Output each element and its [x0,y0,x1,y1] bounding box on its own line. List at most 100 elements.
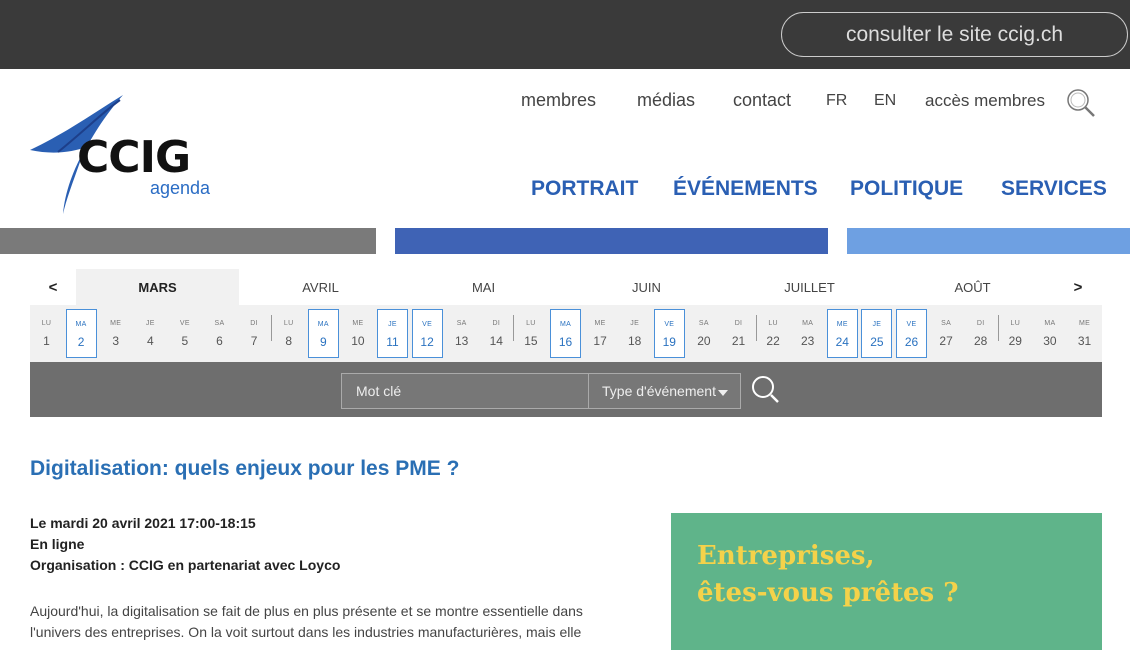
nav-membres[interactable]: membres [521,90,596,111]
day-weekday-label: SA [698,320,709,327]
day-number: 17 [593,334,607,348]
calendar-day[interactable]: ME 17 [585,309,616,358]
search-icon[interactable] [1066,88,1096,118]
chevron-down-icon [718,390,728,396]
event-organisation: Organisation : CCIG en partenariat avec … [30,557,341,573]
event-meta: Le mardi 20 avril 2021 17:00-18:15 En li… [30,513,340,576]
day-strip: LU 1 MA 2 ME 3 JE 4 VE 5 SA 6 DI 7 LU 8 MA 9 ME 10 JE 11 VE 12 S… [30,305,1102,362]
calendar-day[interactable]: MA 16 [550,309,581,358]
prev-month-arrow[interactable]: < [30,269,76,305]
day-number: 4 [146,334,154,348]
calendar-day[interactable]: MA 9 [307,309,339,358]
day-weekday-label: LU [41,320,52,327]
calendar-day[interactable]: LU 29 [1000,309,1031,358]
week-separator [755,315,757,341]
day-weekday-label: MA [1044,320,1056,327]
day-number: 1 [43,334,50,348]
calendar-day[interactable]: JE 18 [619,309,650,358]
day-weekday-label: LU [768,320,778,327]
day-weekday-label: DI [250,320,258,327]
next-month-arrow[interactable]: > [1054,269,1102,305]
calendar-day[interactable]: SA 13 [446,309,477,358]
day-number: 27 [939,334,953,348]
day-number: 21 [731,334,746,348]
month-mai[interactable]: MAI [402,269,565,305]
site-link-button[interactable]: consulter le site ccig.ch [781,12,1128,57]
week-separator [997,315,999,341]
event-description: Aujourd'hui, la digitalisation se fait d… [30,603,583,640]
calendar-day[interactable]: LU 15 [515,309,546,358]
logo-subtitle: agenda [150,178,211,198]
day-number: 12 [420,335,434,349]
month-juillet[interactable]: JUILLET [728,269,891,305]
calendar-day[interactable]: JE 4 [135,309,166,358]
calendar-day[interactable]: DI 7 [239,309,270,358]
calendar-day[interactable]: ME 24 [826,309,858,358]
nav-services[interactable]: SERVICES [1001,177,1107,201]
day-number: 6 [216,334,223,348]
calendar-day[interactable]: DI 28 [965,309,996,358]
calendar-day[interactable]: LU 1 [31,309,62,358]
calendar-day[interactable]: SA 6 [204,309,235,358]
search-icon[interactable] [750,374,784,408]
day-number: 20 [697,334,711,348]
month-juin[interactable]: JUIN [565,269,728,305]
day-number: 11 [386,335,399,349]
day-weekday-label: JE [630,320,640,327]
event-type-select[interactable]: Type d'événement [588,373,741,409]
calendar-day[interactable]: LU 8 [273,309,304,358]
day-weekday-label: VE [664,321,675,328]
day-number: 8 [285,334,293,348]
day-number: 14 [489,334,503,348]
nav-contact[interactable]: contact [733,90,791,111]
day-number: 30 [1043,334,1057,348]
day-weekday-label: ME [352,320,364,327]
day-weekday-label: ME [836,321,848,328]
calendar-day[interactable]: MA 23 [792,309,823,358]
day-number: 28 [974,334,988,348]
calendar-day[interactable]: VE 26 [896,309,927,358]
nav-evenements[interactable]: ÉVÉNEMENTS [673,177,818,201]
calendar-day[interactable]: SA 20 [688,309,719,358]
calendar-day[interactable]: JE 25 [861,309,893,358]
day-number: 24 [835,335,849,349]
color-bar-gray [0,228,376,254]
calendar-day[interactable]: ME 10 [342,309,373,358]
calendar-day[interactable]: DI 21 [723,309,754,358]
month-mars[interactable]: MARS [76,269,239,305]
nav-acces-membres[interactable]: accès membres [925,91,1045,111]
calendar-day[interactable]: MA 30 [1034,309,1065,358]
day-number: 19 [662,335,676,349]
day-weekday-label: VE [422,321,433,328]
promo-text: Entreprises, êtes-vous prêtes ? [697,541,959,608]
lang-fr[interactable]: FR [826,92,847,110]
keyword-input[interactable]: Mot clé [341,373,589,409]
day-number: 3 [112,334,120,348]
calendar-day[interactable]: LU 22 [758,309,789,358]
calendar-day[interactable]: ME 3 [100,309,131,358]
month-aout[interactable]: AOÛT [891,269,1054,305]
day-weekday-label: VE [906,321,917,328]
calendar-day[interactable]: JE 11 [377,309,408,358]
nav-medias[interactable]: médias [637,90,695,111]
day-number: 18 [628,334,642,348]
day-weekday-label: VE [179,320,190,327]
day-weekday-label: DI [976,320,985,327]
calendar-day[interactable]: SA 27 [931,309,962,358]
day-weekday-label: SA [214,320,225,327]
calendar-day[interactable]: ME 31 [1069,309,1100,358]
day-weekday-label: SA [456,320,467,327]
color-bar-lightblue [847,228,1130,254]
calendar-day[interactable]: DI 14 [481,309,512,358]
nav-politique[interactable]: POLITIQUE [850,177,963,201]
calendar-day[interactable]: VE 5 [169,309,200,358]
lang-en[interactable]: EN [874,92,896,110]
event-title: Digitalisation: quels enjeux pour les PM… [30,457,460,480]
day-weekday-label: DI [734,320,743,327]
calendar-day[interactable]: VE 19 [653,309,685,358]
calendar-day[interactable]: MA 2 [65,309,97,358]
nav-portrait[interactable]: PORTRAIT [531,177,638,201]
top-bar: consulter le site ccig.ch [0,0,1130,69]
month-avril[interactable]: AVRIL [239,269,402,305]
calendar-day[interactable]: VE 12 [411,309,443,358]
